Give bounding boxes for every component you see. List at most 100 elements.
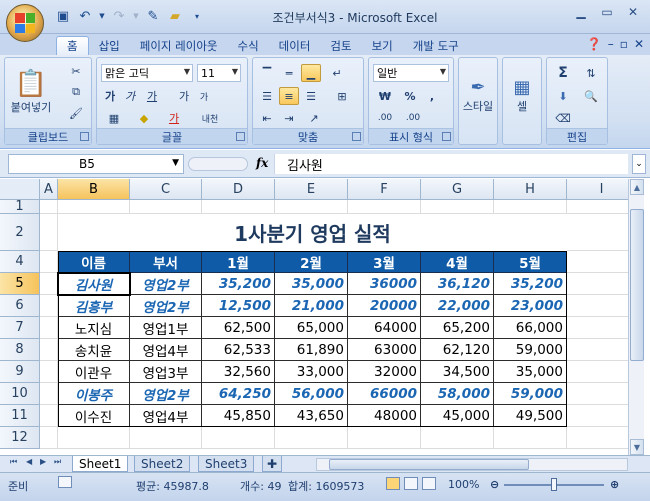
column-header-g[interactable]: G xyxy=(421,179,494,200)
table-cell[interactable]: 56,000 xyxy=(275,383,348,405)
clipboard-launcher-icon[interactable] xyxy=(80,132,89,141)
cell[interactable] xyxy=(348,427,421,449)
column-header-f[interactable]: F xyxy=(348,179,421,200)
cell[interactable] xyxy=(494,200,567,214)
cell[interactable] xyxy=(567,383,628,405)
table-cell[interactable]: 32000 xyxy=(348,361,421,383)
tab-developer[interactable]: 개발 도구 xyxy=(403,36,469,55)
table-cell[interactable]: 62,533 xyxy=(202,339,275,361)
alignment-launcher-icon[interactable] xyxy=(352,132,361,141)
table-cell[interactable]: 영업4부 xyxy=(130,339,202,361)
cut-icon[interactable]: ✂ xyxy=(65,62,87,80)
last-sheet-icon[interactable]: ⏭ xyxy=(54,457,61,467)
normal-view-icon[interactable] xyxy=(386,477,400,490)
tab-data[interactable]: 데이터 xyxy=(269,36,321,55)
insert-sheet-icon[interactable]: ✚ xyxy=(262,456,283,472)
cell[interactable] xyxy=(40,251,58,273)
cell[interactable] xyxy=(40,427,58,449)
row-header-9[interactable]: 9 xyxy=(0,361,40,383)
row-header-8[interactable]: 8 xyxy=(0,339,40,361)
table-cell[interactable]: 영업4부 xyxy=(130,405,202,427)
clear-icon[interactable]: ⌫ xyxy=(551,109,575,127)
cell[interactable] xyxy=(40,273,58,295)
table-cell[interactable]: 김흥부 xyxy=(58,295,130,317)
table-cell[interactable]: 49,500 xyxy=(494,405,567,427)
cells-button[interactable]: ▦ 셀 xyxy=(505,62,539,128)
cell[interactable] xyxy=(567,214,628,251)
decrease-indent-icon[interactable]: ⇤ xyxy=(257,109,277,127)
macro-record-icon[interactable] xyxy=(58,476,72,488)
cell[interactable] xyxy=(567,200,628,214)
office-button[interactable] xyxy=(6,4,44,42)
minimize-icon[interactable]: ▁ xyxy=(568,2,594,22)
insert-function-icon[interactable]: fx xyxy=(256,156,268,170)
autosum-button[interactable]: Σ xyxy=(551,64,575,82)
table-cell[interactable]: 59,000 xyxy=(494,339,567,361)
number-launcher-icon[interactable] xyxy=(442,132,451,141)
row-header-10[interactable]: 10 xyxy=(0,383,40,405)
table-cell[interactable]: 63000 xyxy=(348,339,421,361)
cell[interactable] xyxy=(421,427,494,449)
table-cell[interactable]: 이관우 xyxy=(58,361,130,383)
zoom-level[interactable]: 100% xyxy=(448,478,479,491)
percent-button[interactable]: % xyxy=(401,87,419,105)
table-cell[interactable]: 66,000 xyxy=(494,317,567,339)
align-top-icon[interactable]: ▔ xyxy=(257,64,277,82)
wrap-text-icon[interactable]: ↵ xyxy=(327,64,347,82)
grow-font-button[interactable]: 가 xyxy=(175,87,193,105)
table-cell[interactable]: 이수진 xyxy=(58,405,130,427)
row-header-5[interactable]: 5 xyxy=(0,273,40,295)
table-cell[interactable]: 65,000 xyxy=(275,317,348,339)
table-cell[interactable]: 23,000 xyxy=(494,295,567,317)
column-header-h[interactable]: H xyxy=(494,179,567,200)
column-header-b[interactable]: B xyxy=(58,179,130,200)
table-cell[interactable]: 45,000 xyxy=(421,405,494,427)
worksheet-grid[interactable]: A B C D E F G H I 1 2 4 5 6 7 8 9 10 11 12 1사분기 영업 실적 이름 부서 1월 2… xyxy=(0,179,628,455)
table-cell[interactable]: 32,560 xyxy=(202,361,275,383)
cell[interactable] xyxy=(202,200,275,214)
cell[interactable] xyxy=(58,427,130,449)
table-cell[interactable]: 48000 xyxy=(348,405,421,427)
cell[interactable] xyxy=(40,383,58,405)
table-cell[interactable]: 이봉주 xyxy=(58,383,130,405)
table-cell[interactable]: 58,000 xyxy=(421,383,494,405)
doc-restore-icon[interactable]: ▫ xyxy=(620,37,628,51)
table-cell[interactable]: 21,000 xyxy=(275,295,348,317)
cell[interactable] xyxy=(275,427,348,449)
cell[interactable] xyxy=(567,361,628,383)
scroll-down-icon[interactable]: ▼ xyxy=(630,439,644,455)
sort-filter-icon[interactable]: ⇅ xyxy=(579,64,603,82)
sheet-tab-sheet3[interactable]: Sheet3 xyxy=(198,456,255,472)
comma-button[interactable]: , xyxy=(423,87,441,105)
table-header-cell[interactable]: 1월 xyxy=(202,251,275,273)
zoom-in-icon[interactable]: ⊕ xyxy=(610,478,619,491)
cell[interactable] xyxy=(567,251,628,273)
table-cell[interactable]: 64,250 xyxy=(202,383,275,405)
table-cell[interactable]: 35,200 xyxy=(494,273,567,295)
table-cell[interactable]: 43,650 xyxy=(275,405,348,427)
merge-center-icon[interactable]: ⊞ xyxy=(327,87,357,105)
cell[interactable] xyxy=(567,273,628,295)
fill-icon[interactable]: ⬇ xyxy=(551,87,575,105)
page-break-view-icon[interactable] xyxy=(422,477,436,490)
table-cell[interactable]: 22,000 xyxy=(421,295,494,317)
column-header-a[interactable]: A xyxy=(40,179,58,200)
font-color-button[interactable]: 가 xyxy=(161,109,187,127)
maximize-icon[interactable]: ▭ xyxy=(594,2,620,22)
prev-sheet-icon[interactable]: ◀ xyxy=(26,457,32,466)
borders-icon[interactable]: ▦ xyxy=(101,109,127,127)
cell[interactable] xyxy=(567,339,628,361)
vertical-scrollbar[interactable]: ▲ ▼ xyxy=(628,179,644,455)
table-cell[interactable]: 62,500 xyxy=(202,317,275,339)
scroll-up-icon[interactable]: ▲ xyxy=(630,179,644,195)
cell[interactable] xyxy=(40,339,58,361)
cell[interactable] xyxy=(40,214,58,251)
sheet-tab-sheet2[interactable]: Sheet2 xyxy=(134,456,191,472)
row-header-12[interactable]: 12 xyxy=(0,427,40,449)
vertical-scroll-thumb[interactable] xyxy=(630,209,644,361)
cell[interactable] xyxy=(40,295,58,317)
table-cell[interactable]: 20000 xyxy=(348,295,421,317)
table-cell[interactable]: 62,120 xyxy=(421,339,494,361)
row-header-2[interactable]: 2 xyxy=(0,214,40,251)
cell[interactable] xyxy=(130,427,202,449)
